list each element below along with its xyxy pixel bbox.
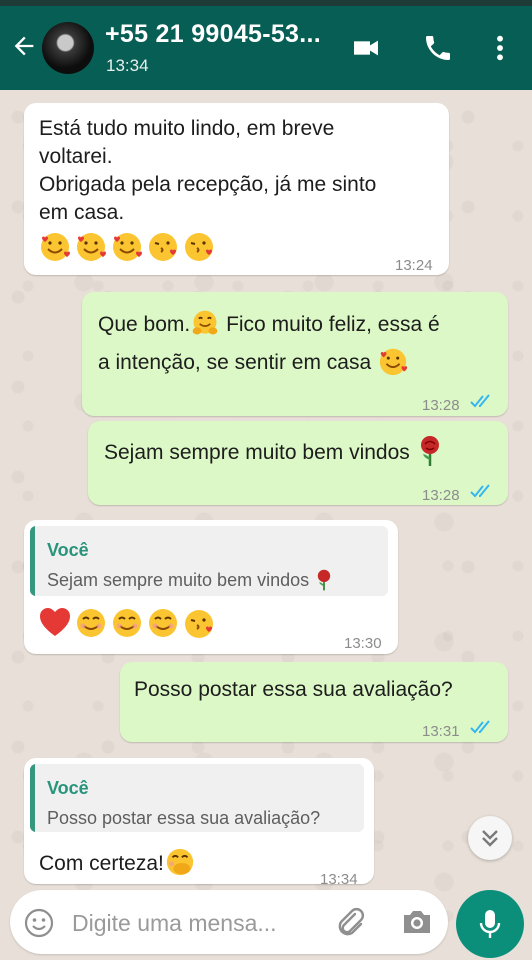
face-blowing-kiss-icon: [149, 233, 177, 261]
rose-icon: [420, 436, 439, 466]
message-line: a intenção, se sentir em casa: [98, 345, 498, 377]
message-line: em casa.: [39, 201, 125, 224]
chat-header: +55 21 99045-53... 13:34: [0, 6, 532, 90]
quote-accent-bar: [30, 526, 35, 596]
message-text: Sejam sempre muito bem vindos: [104, 435, 444, 467]
message-bubble-outgoing[interactable]: Posso postar essa sua avaliação? 13:31: [120, 662, 508, 742]
message-composer[interactable]: Digite uma mensa...: [10, 890, 448, 954]
voice-message-button[interactable]: [456, 890, 524, 958]
smiling-face-icon: [149, 609, 177, 637]
read-receipt-icon: [470, 394, 490, 408]
scroll-to-bottom-button[interactable]: [468, 816, 512, 860]
message-line: voltarei.: [39, 145, 113, 168]
quote-author: Você: [47, 540, 89, 560]
face-with-hand-over-mouth-icon: [166, 848, 194, 876]
message-input[interactable]: Digite uma mensa...: [72, 910, 277, 937]
message-bubble-outgoing[interactable]: Que bom. Fico muito feliz, essa é a inte…: [82, 292, 508, 416]
smiling-face-icon: [113, 609, 141, 637]
face-blowing-kiss-icon: [185, 233, 213, 261]
emoji-row: [38, 606, 216, 640]
message-text: Está tudo muito lindo, em breve voltarei…: [39, 115, 376, 227]
message-bubble-outgoing[interactable]: Sejam sempre muito bem vindos 13:28: [88, 421, 508, 505]
read-receipt-icon: [470, 484, 490, 498]
smiling-face-with-hearts-icon: [379, 348, 408, 376]
quote-author: Você: [47, 778, 89, 798]
quote-text-content: Sejam sempre muito bem vindos: [47, 570, 310, 590]
message-time: 13:28: [422, 397, 460, 414]
message-line: Sejam sempre muito bem vindos: [104, 441, 410, 464]
emoji-icon[interactable]: [24, 908, 54, 938]
message-bubble-incoming[interactable]: Você Sejam sempre muito bem vindos 13:30: [24, 520, 398, 654]
hugging-face-icon: [192, 310, 218, 335]
smiling-face-icon: [77, 609, 105, 637]
message-time: 13:28: [422, 487, 460, 504]
read-receipt-icon: [470, 720, 490, 734]
red-heart-icon: [40, 608, 70, 636]
back-arrow-icon[interactable]: [10, 32, 38, 60]
smiling-face-with-hearts-icon: [113, 233, 142, 261]
quote-text: Sejam sempre muito bem vindos: [47, 566, 334, 594]
phone-call-icon[interactable]: [422, 32, 454, 64]
message-line: Está tudo muito lindo, em breve: [39, 117, 335, 140]
camera-icon[interactable]: [400, 906, 434, 938]
double-chevron-down-icon: [482, 830, 498, 847]
quote-text: Posso postar essa sua avaliação?: [47, 808, 321, 828]
smiling-face-with-hearts-icon: [77, 233, 106, 261]
message-time: 13:31: [422, 723, 460, 740]
message-line: Com certeza!: [39, 852, 164, 875]
message-line: Obrigada pela recepção, já me sinto: [39, 173, 377, 196]
message-text: Posso postar essa sua avaliação?: [134, 678, 453, 701]
message-text: Que bom. Fico muito feliz, essa é a inte…: [98, 308, 498, 377]
microphone-icon: [479, 910, 501, 938]
message-bubble-incoming[interactable]: Está tudo muito lindo, em breve voltarei…: [24, 103, 449, 275]
rose-icon: [317, 569, 331, 591]
quoted-message[interactable]: Você Sejam sempre muito bem vindos: [30, 526, 388, 596]
face-blowing-kiss-icon: [185, 610, 213, 638]
message-line-part: a intenção, se sentir em casa: [98, 351, 372, 374]
more-options-icon[interactable]: [484, 32, 516, 64]
attachment-icon[interactable]: [334, 906, 366, 938]
last-seen: 13:34: [106, 56, 149, 75]
message-bubble-incoming[interactable]: Você Posso postar essa sua avaliação? Co…: [24, 758, 374, 888]
emoji-row: [38, 229, 216, 263]
contact-name[interactable]: +55 21 99045-53...: [105, 20, 321, 49]
message-text: Com certeza!: [39, 846, 196, 878]
message-line-part: Que bom.: [98, 313, 191, 336]
message-time: 13:30: [344, 635, 382, 652]
message-time: 13:24: [395, 257, 433, 274]
contact-avatar[interactable]: [42, 22, 94, 74]
video-call-icon[interactable]: [350, 32, 382, 64]
message-line-part: Fico muito feliz, essa é: [226, 313, 440, 336]
quoted-message[interactable]: Você Posso postar essa sua avaliação?: [30, 764, 364, 832]
message-line: Que bom. Fico muito feliz, essa é: [98, 308, 498, 339]
quote-accent-bar: [30, 764, 35, 832]
smiling-face-with-hearts-icon: [41, 233, 70, 261]
